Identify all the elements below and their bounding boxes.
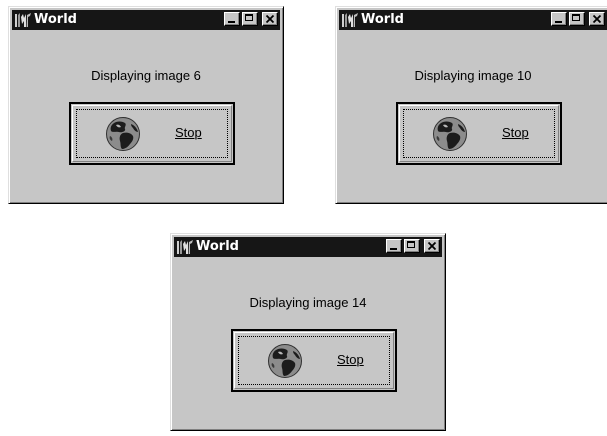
close-button[interactable]: [424, 239, 440, 253]
status-text: Displaying image 10: [414, 68, 532, 83]
close-icon: [592, 14, 602, 24]
close-button[interactable]: [262, 12, 278, 26]
close-icon: [427, 241, 437, 251]
status-text: Displaying image 14: [249, 295, 367, 310]
focus-rectangle: [403, 109, 555, 158]
globe-icon: [432, 116, 468, 152]
minimize-button[interactable]: [551, 12, 567, 26]
app-logo-icon[interactable]: [14, 12, 32, 28]
stop-button-label: Stop: [502, 125, 529, 140]
maximize-button[interactable]: [404, 239, 420, 253]
minimize-button[interactable]: [224, 12, 240, 26]
minimize-button[interactable]: [386, 239, 402, 253]
stop-button-label: Stop: [337, 352, 364, 367]
title-bar[interactable]: World: [339, 10, 607, 30]
window-title: World: [34, 12, 77, 27]
close-icon: [265, 14, 275, 24]
minimize-icon: [555, 21, 562, 23]
title-bar[interactable]: World: [174, 237, 442, 257]
focus-rectangle: [238, 336, 390, 385]
minimize-icon: [228, 21, 235, 23]
title-bar[interactable]: World: [12, 10, 280, 30]
status-text: Displaying image 6: [91, 68, 201, 83]
stop-button[interactable]: Stop: [69, 102, 235, 165]
world-window-2: World Displaying image 10 Stop: [335, 6, 607, 204]
maximize-button[interactable]: [569, 12, 585, 26]
window-title: World: [196, 239, 239, 254]
world-window-1: World Displaying image 6 Stop: [8, 6, 284, 204]
close-button[interactable]: [589, 12, 605, 26]
focus-rectangle: [76, 109, 228, 158]
maximize-icon: [245, 14, 253, 21]
maximize-button[interactable]: [242, 12, 258, 26]
world-window-3: World Displaying image 14 Stop: [170, 233, 446, 431]
stop-button[interactable]: Stop: [231, 329, 397, 392]
maximize-icon: [572, 14, 580, 21]
stop-button[interactable]: Stop: [396, 102, 562, 165]
window-title: World: [361, 12, 404, 27]
stop-button-label: Stop: [175, 125, 202, 140]
minimize-icon: [390, 248, 397, 250]
globe-icon: [105, 116, 141, 152]
maximize-icon: [407, 241, 415, 248]
app-logo-icon[interactable]: [176, 239, 194, 255]
globe-icon: [267, 343, 303, 379]
app-logo-icon[interactable]: [341, 12, 359, 28]
